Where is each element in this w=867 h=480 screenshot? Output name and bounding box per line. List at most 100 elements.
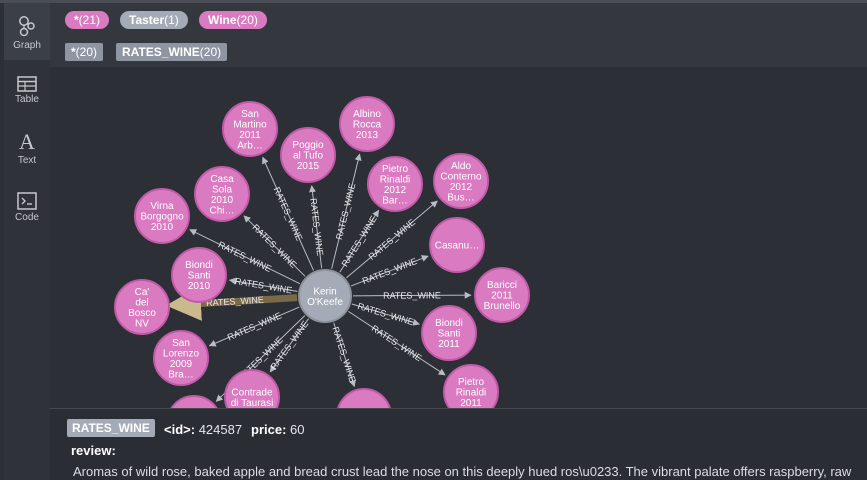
node-caption: Bus…	[447, 192, 474, 203]
wine-node[interactable]: VirnaBorgogno2010	[134, 188, 190, 244]
node-caption: Pietro	[458, 377, 485, 388]
node-caption: Bar…	[382, 195, 408, 206]
wine-node[interactable]: Baricci2011Brunello	[474, 267, 530, 323]
text-icon: A	[19, 129, 35, 154]
wine-node[interactable]: Casanu…	[429, 217, 485, 273]
sidebar-item-label: Table	[15, 94, 39, 105]
wine-node[interactable]: BiondiSanti2010	[171, 247, 227, 303]
node-caption: 2011	[491, 291, 513, 302]
node-caption: Baricci	[487, 280, 517, 291]
node-caption: 2015	[297, 161, 320, 172]
node-caption: 2012	[450, 182, 473, 193]
node-caption: 2010	[211, 195, 234, 206]
node-caption: 2011	[460, 398, 482, 408]
label-pill-all[interactable]: *(21)	[65, 11, 110, 29]
wine-node[interactable]: AlbinoRocca2013	[339, 96, 395, 152]
node-caption: Rinaldi	[380, 174, 411, 185]
relationship-edge[interactable]: RATES_WINE	[208, 306, 300, 347]
sidebar-item-graph[interactable]: Graph	[4, 3, 50, 60]
node-caption: Sola	[212, 184, 232, 195]
relationship-label: RATES_WINE	[370, 323, 424, 363]
node-caption: Martino	[233, 119, 267, 130]
view-sidebar: Graph Table A Text Code	[4, 3, 50, 480]
relationship-edge[interactable]: RATES_WINE	[351, 301, 420, 327]
node-caption: NV	[135, 318, 149, 329]
relationship-label: RATES_WINE	[383, 290, 441, 300]
node-caption: Biondi	[435, 318, 463, 329]
relationship-edge[interactable]: RATES_WINE	[228, 276, 298, 295]
wine-node[interactable]: BiondiSanti2011	[421, 305, 477, 361]
node-caption: Bosco	[128, 308, 156, 319]
sidebar-item-code[interactable]: Code	[4, 187, 50, 237]
node-caption: Casa	[210, 174, 234, 185]
relationship-edge[interactable]: RATES_WINE	[330, 322, 358, 388]
inspector-review-key: review:	[71, 443, 116, 458]
graph-icon	[4, 3, 50, 38]
relationship-edge[interactable]: RATES_WINE	[308, 185, 325, 269]
node-caption: Borgogno	[140, 212, 184, 223]
wine-node[interactable]: Poggioal Tufo2015	[280, 127, 336, 183]
label-pill-taster[interactable]: Taster(1)	[120, 11, 188, 29]
node-caption: del	[135, 297, 148, 308]
wine-node[interactable]: PietroRinaldi2012Bar…	[367, 156, 423, 212]
relationship-label: RATES_WINE	[361, 256, 419, 286]
node-caption: San	[172, 338, 190, 349]
relationship-label: RATES_WINE	[330, 326, 357, 384]
node-caption: Arb…	[237, 140, 263, 151]
table-icon	[4, 69, 50, 92]
wine-node[interactable]: Contradedi Taurasi	[224, 369, 280, 408]
node-caption: 2010	[188, 281, 211, 292]
node-caption: Virna	[150, 201, 174, 212]
inspector-price: price: 60	[251, 422, 305, 437]
node-caption: Rinaldi	[456, 388, 487, 399]
node-caption: Santi	[438, 329, 461, 340]
relationship-label: RATES_WINE	[308, 198, 325, 257]
code-icon	[4, 187, 50, 210]
relationship-label: RATES_WINE	[272, 185, 305, 242]
wine-node[interactable]: CasaSola2010Chi…	[194, 166, 250, 222]
graph-canvas[interactable]: RATES_WINE RATES_WINE RATES_WINE RATES_WINE…	[50, 67, 867, 408]
node-caption: San	[241, 109, 259, 120]
node-caption: 2012	[384, 185, 407, 196]
node-caption: Rocca	[353, 120, 382, 131]
node-caption: Pietro	[382, 164, 409, 175]
node-caption: 2009	[170, 359, 193, 370]
reltype-tag-rates-wine[interactable]: RATES_WINE(20)	[116, 43, 228, 61]
node-caption: Poggio	[292, 140, 324, 151]
relationship-edge[interactable]: RATES_WINE	[352, 290, 472, 301]
sidebar-item-label: Code	[15, 212, 39, 223]
sidebar-item-label: Text	[17, 155, 37, 166]
sidebar-item-table[interactable]: Table	[4, 69, 50, 119]
inspector-panel: RATES_WINE <id>: 424587 price: 60 review…	[50, 408, 867, 480]
node-caption: 2013	[356, 130, 379, 141]
taster-node[interactable]: KerinO'Keefe	[298, 269, 352, 323]
wine-node[interactable]: SanMartino2011Arb…	[222, 101, 278, 157]
graph-svg[interactable]: RATES_WINE RATES_WINE RATES_WINERATES_WINE…	[50, 67, 867, 408]
node-caption: 2011	[438, 339, 460, 350]
node-caption: di Taurasi	[231, 398, 274, 408]
wine-node[interactable]: AldoConterno2012Bus…	[433, 153, 489, 209]
relationship-edge[interactable]: RATES_WINE	[350, 255, 429, 287]
neo4j-browser-frame: Graph Table A Text Code *(21) Taster(1) …	[0, 0, 867, 480]
inspector-type-tag[interactable]: RATES_WINE	[67, 419, 155, 437]
node-caption: Santi	[188, 271, 211, 282]
wine-node[interactable]: La…	[167, 395, 221, 408]
graph-overview-header: *(21) Taster(1) Wine(20) *(20) RATES_WIN…	[50, 3, 867, 67]
wine-node[interactable]: Ca'delBoscoNV	[114, 279, 170, 335]
node-caption: Bra…	[168, 369, 194, 380]
reltype-tag-all[interactable]: *(20)	[65, 43, 104, 61]
sidebar-item-text[interactable]: A Text	[4, 127, 50, 177]
node-caption: O'Keefe	[307, 297, 343, 308]
node-caption: Lorenzo	[163, 348, 200, 359]
node-caption: Albino	[353, 109, 381, 120]
node-caption: Ca'	[135, 287, 150, 298]
inspector-id: <id>: 424587	[164, 422, 243, 437]
relationship-label: RATES_WINE	[334, 182, 357, 241]
wine-node[interactable]: PietroRinaldi2011	[443, 364, 499, 408]
wine-node[interactable]	[337, 388, 391, 408]
label-pill-wine[interactable]: Wine(20)	[199, 11, 267, 29]
node-caption: Chi…	[209, 205, 234, 216]
node-caption: Casanu…	[435, 241, 479, 252]
node-caption: Conterno	[440, 171, 482, 182]
wine-node[interactable]: SanLorenzo2009Bra…	[153, 330, 209, 386]
